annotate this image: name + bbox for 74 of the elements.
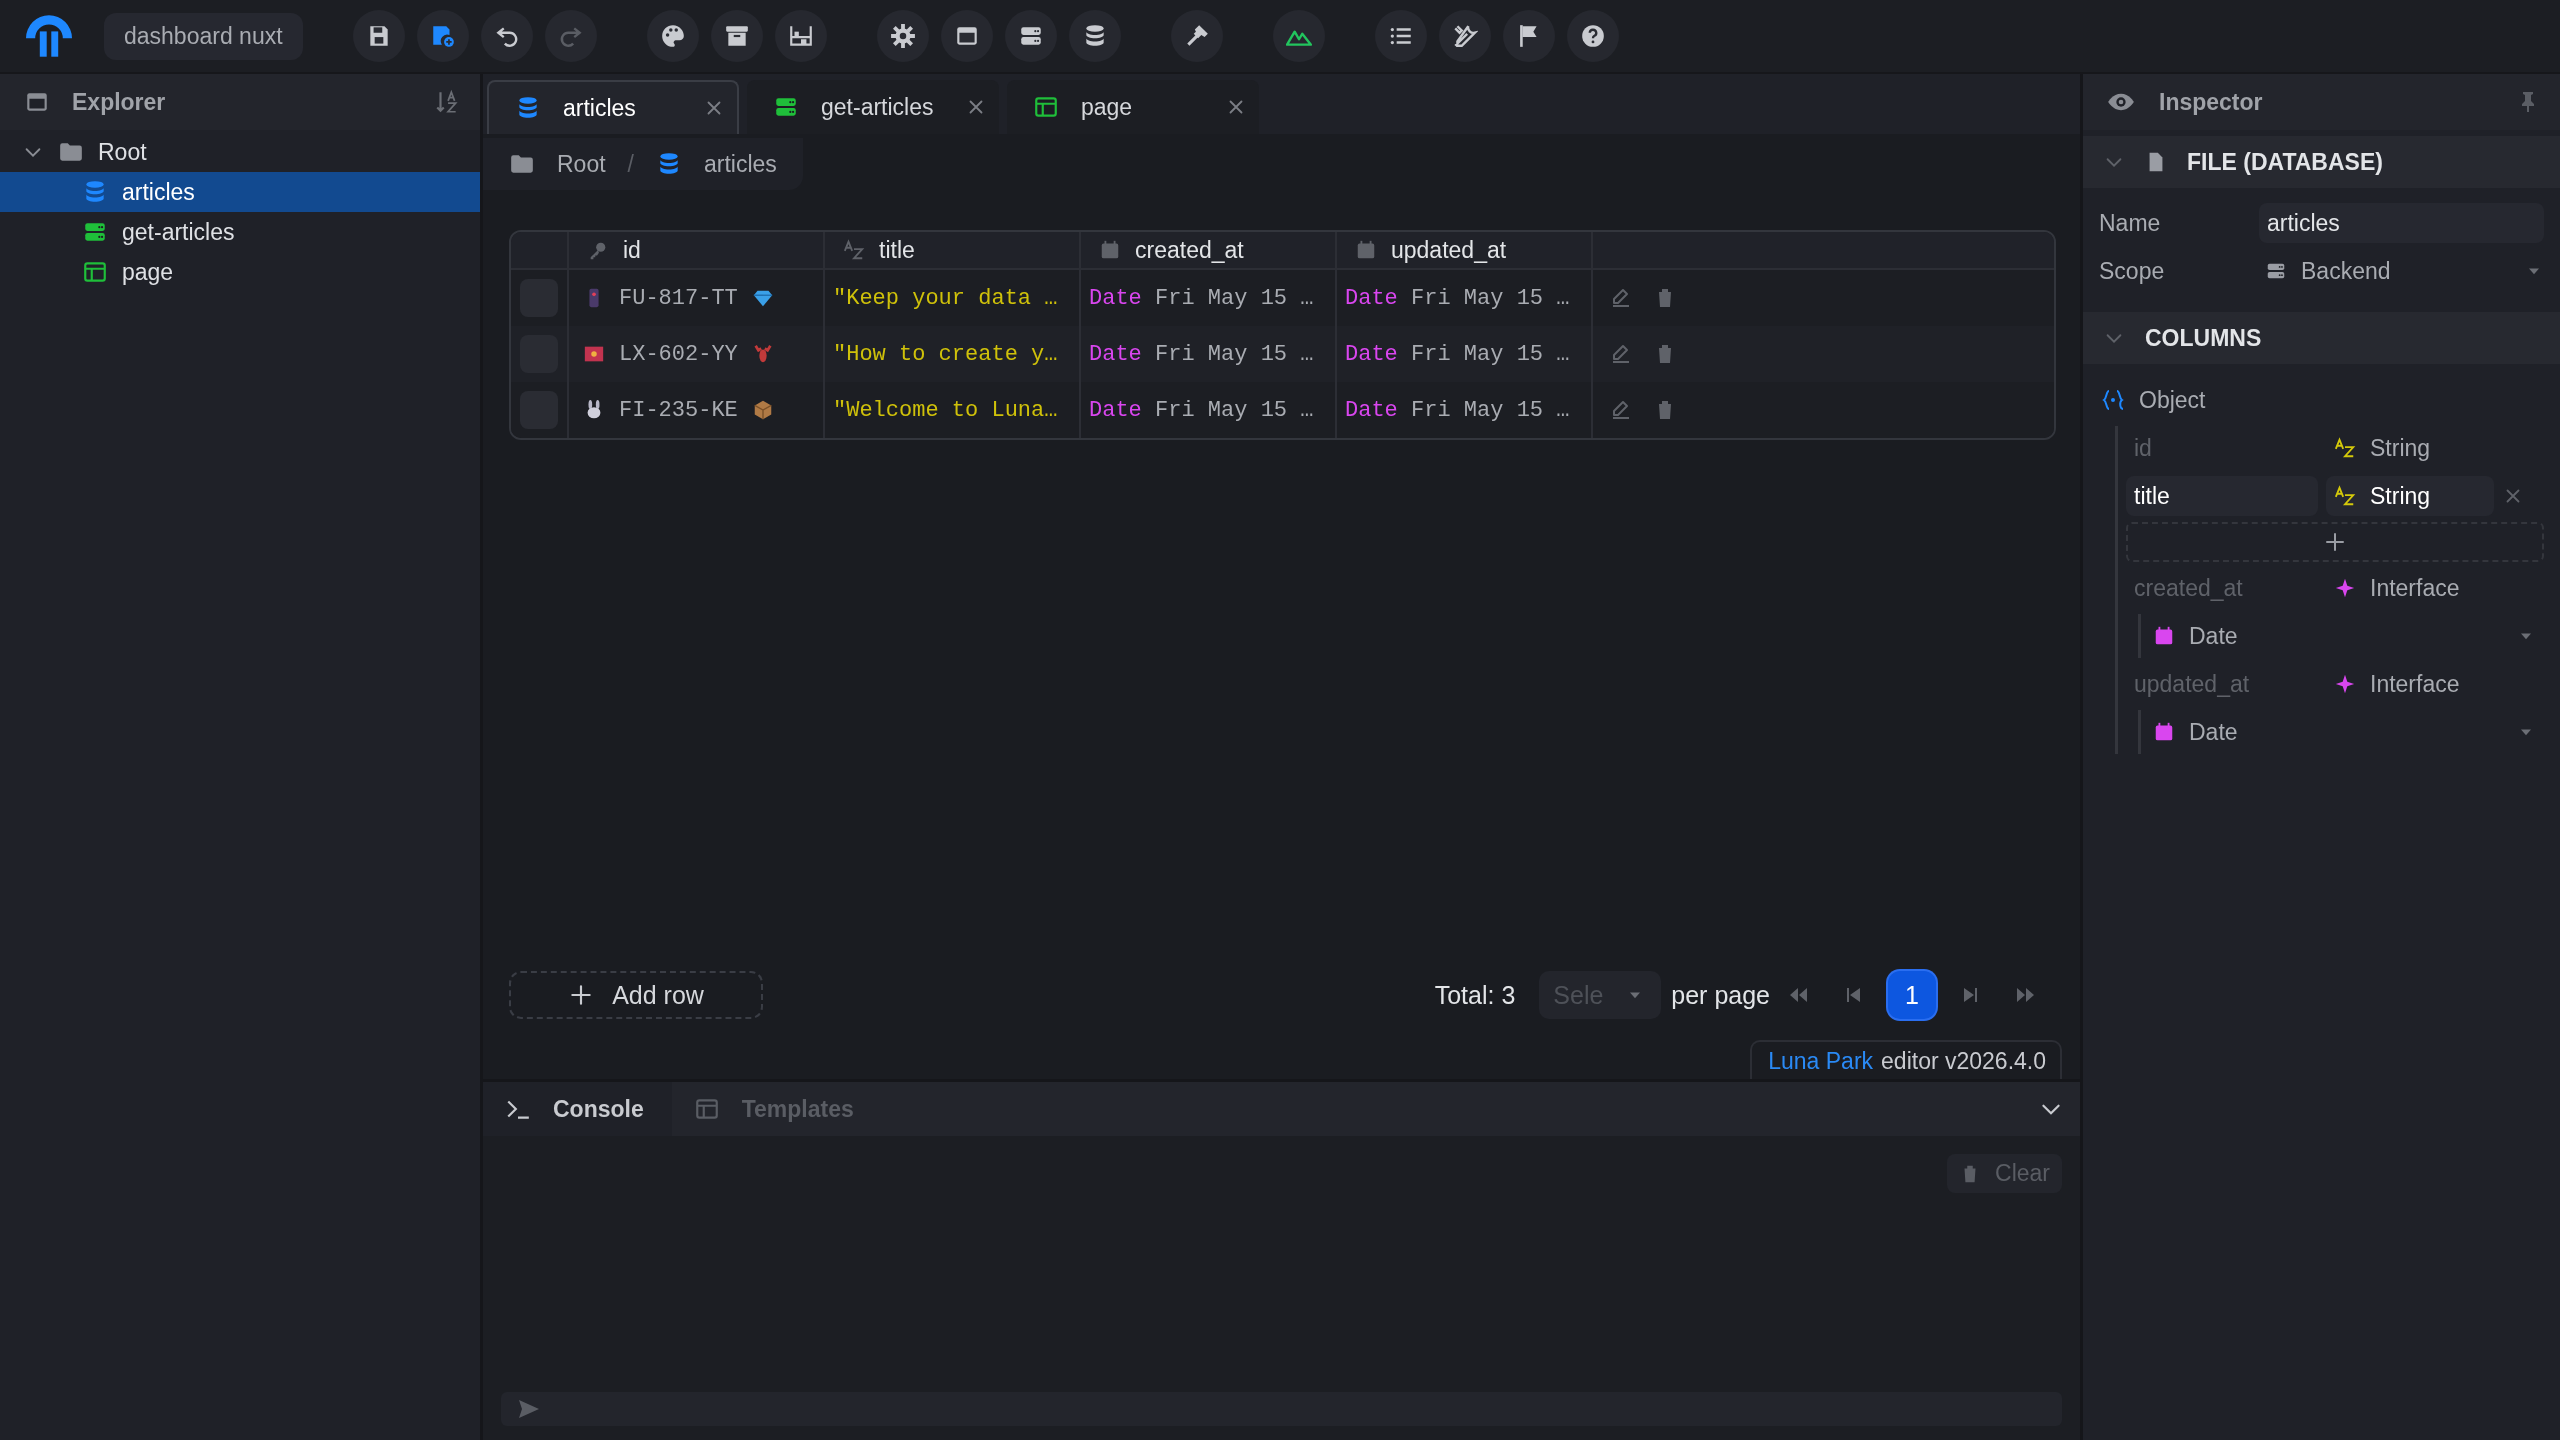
tree-item[interactable]: get-articles (0, 212, 480, 252)
logo-icon (26, 15, 72, 57)
palette-icon (659, 23, 686, 49)
type-label: Object (2139, 386, 2206, 414)
separator: / (627, 150, 634, 178)
shelf-icon (787, 23, 814, 49)
archive-icon (723, 23, 750, 49)
file-tab[interactable]: page (1007, 80, 1259, 134)
window-icon (693, 1096, 720, 1122)
type-label[interactable]: Interface (2334, 574, 2460, 602)
layout-icon (1033, 94, 1059, 120)
text-type-icon (843, 239, 865, 261)
panel-tab[interactable]: Console (483, 1082, 672, 1136)
settings-icon (889, 23, 916, 49)
calendar-icon (1099, 239, 1121, 261)
name-field[interactable]: articles (2259, 203, 2544, 243)
column-header[interactable]: created_at (1081, 232, 1337, 268)
panel-title: Explorer (72, 88, 167, 116)
table-cell: Date Fri May 15 … (1345, 285, 1570, 311)
braces-icon (2101, 388, 2125, 412)
add-row-button[interactable]: Add row (509, 971, 763, 1019)
calendar-icon (2153, 721, 2175, 743)
field-label: Scope (2099, 257, 2166, 285)
send-icon (517, 1397, 541, 1421)
table-cell: "Keep your data … (833, 285, 1058, 311)
scope-select[interactable]: Backend (2259, 257, 2544, 285)
sparkle-icon (2334, 577, 2356, 599)
type-select[interactable]: Date (2153, 614, 2544, 658)
console-input[interactable] (501, 1392, 2062, 1426)
file-tab[interactable]: get-articles (747, 80, 999, 134)
column-header[interactable]: title (825, 232, 1081, 268)
section-header[interactable]: COLUMNS (2083, 312, 2560, 364)
tree-item[interactable]: Root (0, 132, 480, 172)
table-cell: FU-817-TT (619, 285, 738, 311)
per-page-label: per page (1671, 980, 1770, 1010)
layout-icon (82, 259, 108, 285)
table-cell: Date Fri May 15 … (1089, 285, 1314, 311)
link[interactable]: Luna Park (1768, 1048, 1874, 1075)
table-cell: Date Fri May 15 … (1089, 397, 1314, 423)
text-type-icon (2334, 437, 2356, 459)
tree-item[interactable]: page (0, 252, 480, 292)
table-cell: Date Fri May 15 … (1345, 341, 1570, 367)
breadcrumb-item[interactable]: articles (704, 150, 777, 178)
section-header[interactable]: FILE (DATABASE) (2083, 136, 2560, 188)
total-count: Total: 3 (1434, 980, 1516, 1010)
project-name[interactable]: dashboard nuxt (104, 12, 303, 60)
table-cell: "How to create y… (833, 341, 1058, 367)
plus-icon (2323, 530, 2347, 554)
column-header[interactable]: updated_at (1337, 232, 1593, 268)
field-label: Name (2099, 209, 2162, 237)
calendar-icon (1355, 239, 1377, 261)
table-cell: LX-602-YY (619, 341, 738, 367)
table-cell: Date Fri May 15 … (1089, 341, 1314, 367)
tree-item[interactable]: articles (0, 172, 480, 212)
type-select[interactable]: Date (2153, 710, 2544, 754)
type-label[interactable]: String (2334, 434, 2431, 462)
table-cell: FI-235-KE (619, 397, 738, 423)
text-type-icon (2334, 485, 2356, 507)
table-cell: Date Fri May 15 … (1345, 397, 1570, 423)
panel-title: Inspector (2159, 88, 2264, 116)
type-label[interactable]: Interface (2334, 670, 2460, 698)
sparkle-icon (2334, 673, 2356, 695)
sort-button[interactable] (434, 89, 460, 115)
column-header[interactable]: id (569, 232, 825, 268)
page-button[interactable]: 1 (1888, 971, 1936, 1019)
sort-icon (434, 89, 460, 115)
file-tab[interactable]: articles (487, 80, 739, 134)
type-select[interactable]: String (2326, 476, 2494, 516)
help-icon (1579, 23, 1606, 49)
breadcrumb-item[interactable]: Root (557, 150, 606, 178)
column-name-field[interactable]: title (2126, 476, 2318, 516)
calendar-icon (2153, 625, 2175, 647)
version-text: editor v2026.4.0 (1881, 1048, 2046, 1075)
table-cell: "Welcome to Luna… (833, 397, 1058, 423)
